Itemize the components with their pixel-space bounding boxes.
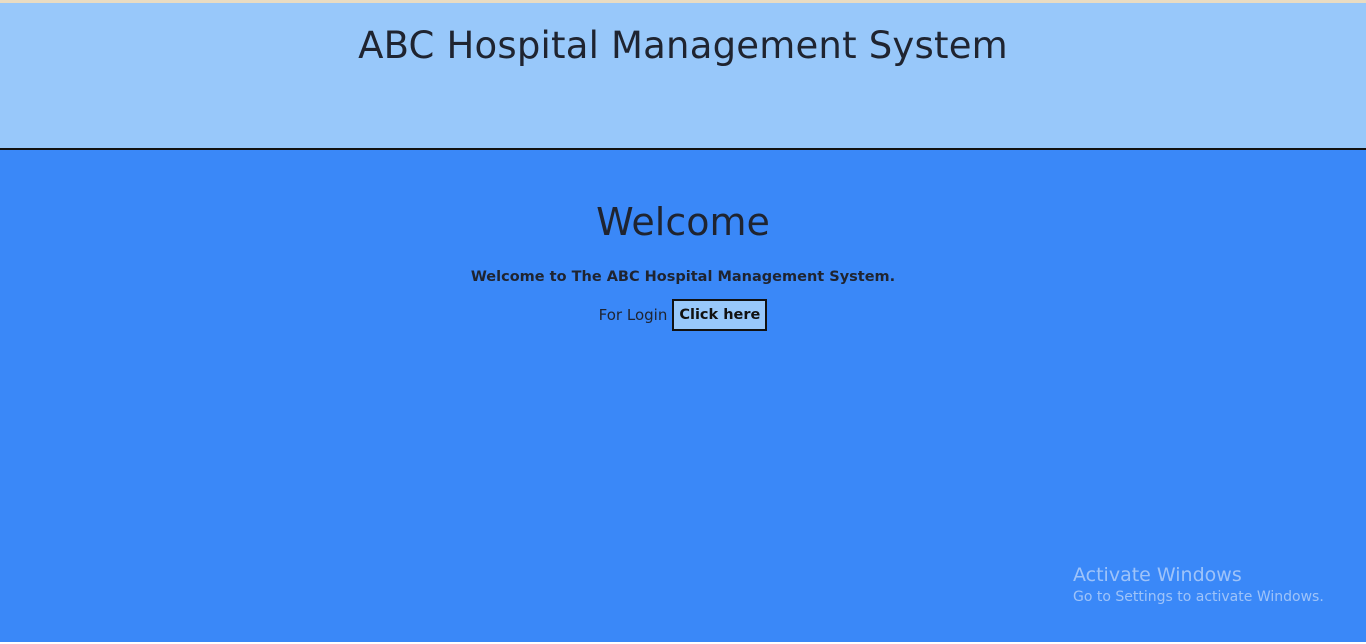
welcome-text: Welcome to The ABC Hospital Management S… (470, 269, 896, 285)
welcome-heading: Welcome (596, 200, 770, 244)
login-row: For Login Click here (0, 299, 1366, 331)
activate-windows-watermark: Activate Windows Go to Settings to activ… (1073, 563, 1324, 607)
site-header: ABC Hospital Management System (0, 3, 1366, 150)
page-title: ABC Hospital Management System (358, 24, 1008, 67)
main-content: Welcome Welcome to The ABC Hospital Mana… (0, 150, 1366, 642)
login-label: For Login (598, 306, 668, 324)
login-button[interactable]: Click here (672, 299, 768, 331)
watermark-subtitle: Go to Settings to activate Windows. (1073, 589, 1324, 605)
watermark-title: Activate Windows (1073, 564, 1242, 586)
